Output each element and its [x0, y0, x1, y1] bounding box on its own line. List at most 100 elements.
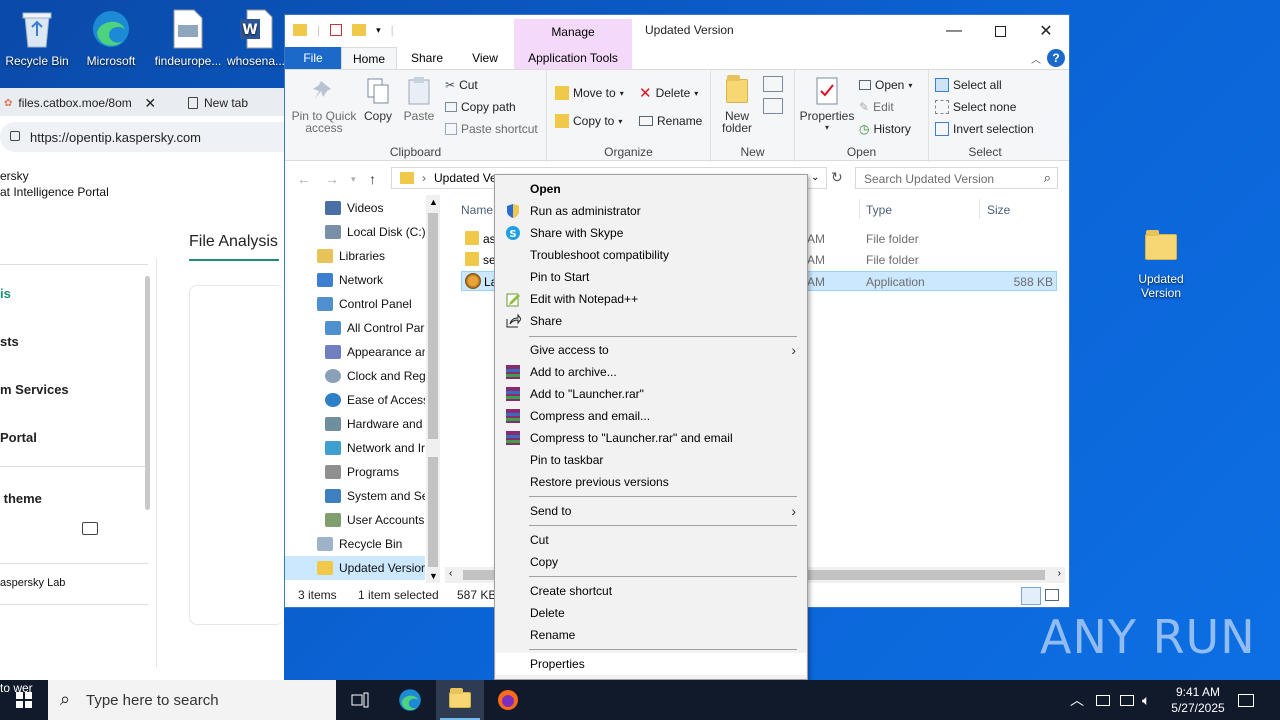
rename-button[interactable]: Rename	[639, 112, 702, 130]
details-view-icon[interactable]	[1021, 587, 1041, 605]
site-nav-item[interactable]: theme	[0, 491, 42, 506]
new-folder-icon[interactable]	[352, 24, 367, 36]
tab-file-analysis[interactable]: File Analysis	[189, 233, 278, 251]
volume-tray-icon[interactable]: 🔈︎	[1142, 680, 1150, 720]
select-all-button[interactable]: Select all	[935, 76, 1002, 94]
close-icon[interactable]: ✕	[144, 95, 156, 112]
scrollbar[interactable]	[145, 276, 150, 510]
site-nav-item[interactable]: sts	[0, 334, 19, 349]
menu-item-share[interactable]: Share	[496, 310, 806, 332]
menu-item-give-access-to[interactable]: Give access to ›	[496, 339, 806, 361]
chevron-down-icon[interactable]: ▾	[351, 174, 356, 185]
menu-item-share-with-skype[interactable]: S Share with Skype	[496, 222, 806, 244]
column-header-type[interactable]: Type	[866, 203, 892, 217]
ethernet-tray-icon[interactable]	[1120, 680, 1134, 720]
chevron-up-icon[interactable]: ︿	[1031, 51, 1041, 66]
help-icon[interactable]: ?	[1047, 49, 1065, 67]
pin-to-quick-access-button[interactable]: Pin to Quick access	[289, 76, 359, 134]
maximize-button[interactable]	[977, 19, 1023, 43]
tab-view[interactable]: View	[457, 47, 513, 69]
nav-item-updated-version[interactable]: Updated Version	[285, 556, 425, 580]
new-item-icon[interactable]	[763, 76, 783, 92]
menu-item-properties[interactable]: Properties	[496, 653, 806, 675]
select-none-button[interactable]: Select none	[935, 98, 1016, 116]
chevron-down-icon[interactable]: ▾	[376, 25, 381, 36]
tab-share[interactable]: Share	[399, 47, 455, 69]
chevron-left-icon[interactable]: ‹	[449, 568, 452, 579]
refresh-icon[interactable]: ↻	[831, 169, 843, 186]
forward-arrow-icon[interactable]: →	[325, 171, 339, 187]
easy-access-icon[interactable]	[763, 98, 783, 114]
browser-tab[interactable]: New tab	[188, 92, 248, 114]
menu-item-copy[interactable]: Copy	[496, 551, 806, 573]
network-tray-icon[interactable]	[1096, 680, 1110, 720]
column-header-name[interactable]: Name	[461, 203, 493, 217]
new-folder-button[interactable]: New folder	[715, 75, 759, 134]
taskbar-search-box[interactable]: ⌕ Type here to search	[48, 680, 336, 720]
taskbar-file-explorer[interactable]	[436, 680, 484, 720]
tab-application-tools[interactable]: Application Tools	[514, 47, 632, 69]
menu-item-open[interactable]: Open	[496, 178, 806, 200]
chevron-down-icon[interactable]: ⌄	[811, 172, 819, 183]
menu-item-compress-to-launcher-email[interactable]: Compress to "Launcher.rar" and email	[496, 427, 806, 449]
nav-item-videos[interactable]: Videos	[285, 196, 425, 220]
menu-item-compress-and-email[interactable]: Compress and email...	[496, 405, 806, 427]
nav-item-local-disk[interactable]: Local Disk (C:)	[285, 220, 425, 244]
nav-item-network[interactable]: Network	[285, 268, 425, 292]
edit-button[interactable]: ✎ Edit	[859, 98, 894, 116]
nav-item-ease-of-access[interactable]: Ease of Access	[285, 388, 425, 412]
nav-item-control-panel[interactable]: Control Panel	[285, 292, 425, 316]
paste-button[interactable]: Paste	[401, 76, 437, 122]
copy-button[interactable]: Copy	[361, 76, 395, 122]
browser-tab[interactable]: ✿ files.catbox.moe/8om ✕	[4, 92, 156, 114]
chevron-right-icon[interactable]: ›	[1058, 568, 1061, 579]
navigation-scrollbar[interactable]: ▲ ▼	[426, 195, 440, 583]
desktop-icon-edge[interactable]: Microsoft Edge	[74, 8, 148, 68]
properties-icon[interactable]	[330, 24, 343, 36]
site-nav-item[interactable]: m Services	[0, 382, 69, 397]
menu-item-run-as-admin[interactable]: Run as administrator	[496, 200, 806, 222]
taskbar-firefox[interactable]	[484, 680, 532, 720]
chat-icon[interactable]	[82, 522, 98, 535]
menu-item-pin-to-taskbar[interactable]: Pin to taskbar	[496, 449, 806, 471]
copy-to-button[interactable]: Copy to ▾	[555, 112, 622, 130]
paste-shortcut-button[interactable]: Paste shortcut	[445, 120, 538, 138]
nav-item-clock-region[interactable]: Clock and Regi	[285, 364, 425, 388]
tab-home[interactable]: Home	[341, 47, 397, 69]
desktop-icon-updated-version[interactable]: Updated Version	[1124, 226, 1198, 300]
nav-item-recycle-bin[interactable]: Recycle Bin	[285, 532, 425, 556]
nav-item-hardware[interactable]: Hardware and	[285, 412, 425, 436]
nav-item-appearance[interactable]: Appearance an	[285, 340, 425, 364]
nav-item-programs[interactable]: Programs	[285, 460, 425, 484]
nav-item-user-accounts[interactable]: User Accounts	[285, 508, 425, 532]
taskbar-clock[interactable]: 9:41 AM 5/27/2025	[1162, 684, 1234, 716]
tab-file[interactable]: File	[285, 47, 341, 69]
search-input[interactable]: Search Updated Version ⌕	[855, 167, 1058, 189]
copy-path-button[interactable]: Copy path	[445, 98, 516, 116]
menu-item-create-shortcut[interactable]: Create shortcut	[496, 580, 806, 602]
menu-item-edit-notepad-plus[interactable]: Edit with Notepad++	[496, 288, 806, 310]
nav-item-system-security[interactable]: System and Se	[285, 484, 425, 508]
menu-item-add-to-archive[interactable]: Add to archive...	[496, 361, 806, 383]
task-view-button[interactable]	[336, 680, 384, 720]
menu-item-cut[interactable]: Cut	[496, 529, 806, 551]
delete-button[interactable]: ✕ Delete ▾	[639, 84, 698, 102]
site-nav-item[interactable]: is	[0, 286, 11, 301]
up-arrow-icon[interactable]: ↑	[369, 171, 376, 187]
back-arrow-icon[interactable]: ←	[297, 171, 311, 187]
menu-item-send-to[interactable]: Send to ›	[496, 500, 806, 522]
scrollbar-thumb[interactable]	[428, 457, 438, 567]
menu-item-pin-to-start[interactable]: Pin to Start	[496, 266, 806, 288]
menu-item-rename[interactable]: Rename	[496, 624, 806, 646]
desktop-icon-findeurope[interactable]: findeurope...	[148, 8, 228, 68]
close-button[interactable]: ✕	[1023, 19, 1069, 43]
menu-item-troubleshoot[interactable]: Troubleshoot compatibility	[496, 244, 806, 266]
properties-button[interactable]: Properties ▾	[799, 76, 855, 134]
history-button[interactable]: ◷ History	[859, 120, 911, 138]
notifications-button[interactable]	[1238, 680, 1254, 720]
desktop-icon-recycle-bin[interactable]: Recycle Bin	[0, 8, 74, 68]
large-icons-view-icon[interactable]	[1045, 589, 1059, 601]
menu-item-restore-previous-versions[interactable]: Restore previous versions	[496, 471, 806, 493]
taskbar-edge[interactable]	[386, 680, 434, 720]
chevron-up-icon[interactable]: ▲	[429, 197, 438, 207]
